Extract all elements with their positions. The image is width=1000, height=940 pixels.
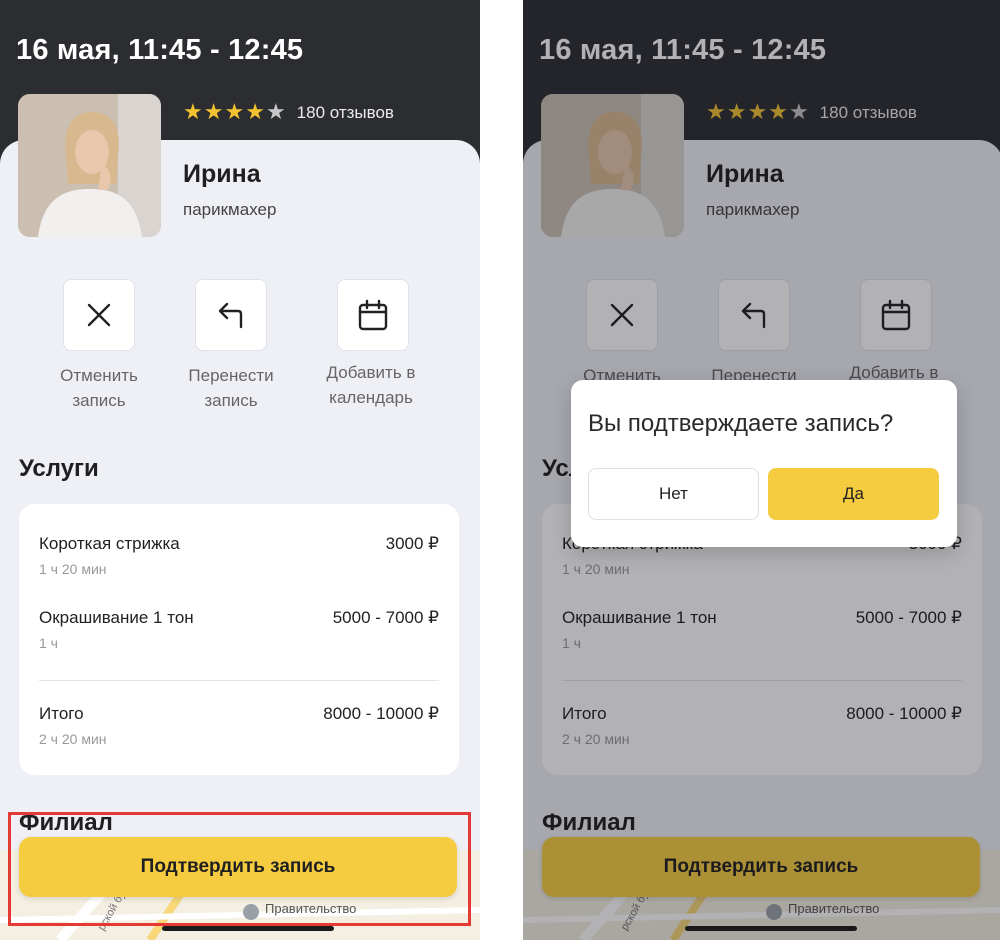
calendar-icon — [358, 299, 388, 331]
dialog-question: Вы подтверждаете запись? — [588, 410, 894, 437]
star-icon: ★ — [203, 100, 224, 125]
calendar-label: Добавить в календарь — [326, 363, 416, 407]
screen-after: 16 мая, 11:45 - 12:45 ★ ★ ★ ★ ★ 180 отзы… — [523, 0, 1000, 940]
divider — [39, 680, 439, 681]
master-photo — [18, 94, 161, 237]
dialog-yes-button[interactable]: Да — [768, 468, 939, 520]
confirm-dialog: Вы подтверждаете запись? Нет Да — [571, 380, 957, 547]
star-icon: ★ — [183, 100, 203, 125]
master-name: Ирина — [183, 160, 261, 188]
total-duration: 2 ч 20 мин — [39, 731, 107, 747]
service-name: Окрашивание 1 тон — [39, 608, 194, 627]
return-arrow-icon — [218, 302, 243, 329]
service-duration: 1 ч — [39, 635, 58, 651]
star-icon: ★ — [245, 100, 265, 125]
cancel-label: Отменить запись — [60, 366, 138, 410]
home-indicator[interactable] — [685, 926, 857, 931]
screen-before: 16 мая, 11:45 - 12:45 ★ ★ ★ ★ ★ 180 отзы… — [0, 0, 480, 940]
service-price: 5000 - 7000 ₽ — [332, 608, 439, 627]
reviews-count[interactable]: 180 отзывов — [297, 103, 394, 123]
master-role: парикмахер — [183, 200, 277, 219]
highlight-frame — [8, 812, 471, 926]
add-to-calendar-button[interactable] — [337, 279, 409, 351]
dialog-no-button[interactable]: Нет — [588, 468, 759, 520]
services-card: Короткая стрижка 3000 ₽ 1 ч 20 мин Окраш… — [19, 504, 459, 775]
cancel-appointment-button[interactable] — [63, 279, 135, 351]
service-duration: 1 ч 20 мин — [39, 561, 107, 577]
close-icon — [87, 303, 111, 327]
appointment-datetime: 16 мая, 11:45 - 12:45 — [16, 34, 304, 66]
star-empty-icon: ★ — [265, 100, 286, 125]
services-title: Услуги — [19, 455, 99, 482]
total-label: Итого — [39, 704, 84, 723]
home-indicator[interactable] — [162, 926, 334, 931]
rating: ★ ★ ★ ★ ★ 180 отзывов — [183, 100, 394, 126]
service-name: Короткая стрижка — [39, 534, 180, 553]
reschedule-label: Перенести запись — [188, 366, 274, 410]
total-price: 8000 - 10000 ₽ — [323, 704, 439, 723]
star-icon: ★ — [224, 100, 245, 125]
reschedule-button[interactable] — [195, 279, 267, 351]
service-price: 3000 ₽ — [385, 534, 439, 553]
